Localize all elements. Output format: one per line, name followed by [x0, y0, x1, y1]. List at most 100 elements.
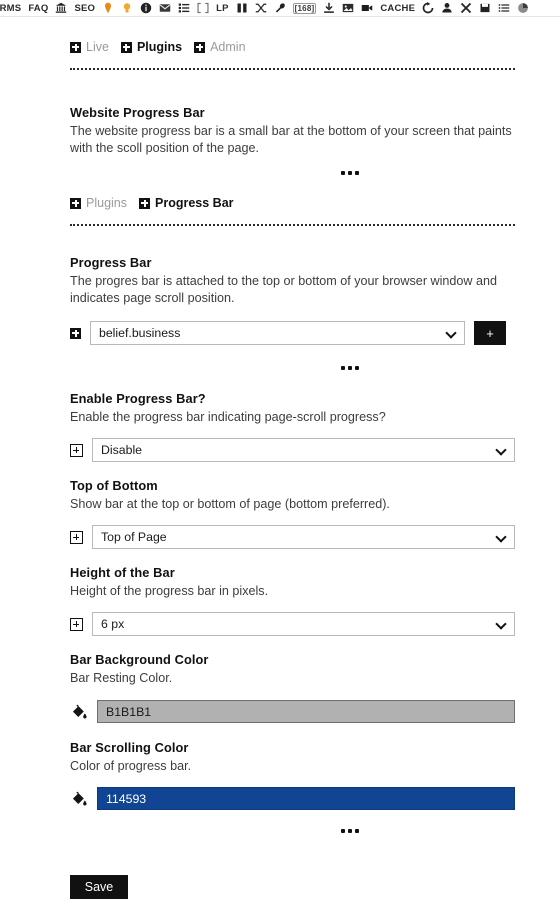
- shuffle-icon[interactable]: [255, 0, 267, 16]
- progress-bar-title: Progress Bar: [70, 255, 152, 270]
- scroll-color-description: Color of progress bar.: [70, 759, 192, 773]
- breadcrumb-item-admin[interactable]: Admin: [194, 40, 246, 54]
- chevron-down-icon: [447, 329, 456, 338]
- plus-icon[interactable]: [70, 443, 83, 457]
- plus-icon: [70, 197, 81, 209]
- scroll-color-value: 114593: [106, 791, 147, 806]
- count-badge[interactable]: [168]: [292, 0, 317, 16]
- bg-color-value: B1B1B1: [106, 704, 152, 719]
- scroll-color-row: 114593: [70, 787, 515, 810]
- toolbar-cache[interactable]: CACHE: [380, 0, 416, 16]
- close-icon[interactable]: [460, 0, 472, 16]
- site-select[interactable]: belief.business: [90, 321, 465, 345]
- height-section: Height of the Bar Height of the progress…: [70, 565, 515, 600]
- list-icon[interactable]: [178, 0, 190, 16]
- toolbar-cache-label: CACHE: [380, 2, 416, 14]
- download-icon[interactable]: [323, 0, 335, 16]
- height-select[interactable]: 6 px: [92, 612, 515, 636]
- columns-icon[interactable]: [236, 0, 248, 16]
- refresh-icon[interactable]: [422, 0, 434, 16]
- bg-color-title: Bar Background Color: [70, 652, 209, 667]
- position-select[interactable]: Top of Page: [92, 525, 515, 549]
- plus-icon[interactable]: [70, 530, 83, 544]
- bank-icon[interactable]: [55, 0, 68, 16]
- enable-select[interactable]: Disable: [92, 438, 515, 462]
- save-button[interactable]: Save: [70, 875, 128, 899]
- bg-color-description: Bar Resting Color.: [70, 671, 173, 685]
- footer-actions: Save: [70, 875, 515, 899]
- site-select-row: belief.business +: [70, 321, 515, 345]
- toolbar-faq[interactable]: FAQ: [28, 0, 49, 16]
- height-select-value: 6 px: [101, 617, 125, 631]
- wrench-icon[interactable]: [274, 0, 286, 16]
- video-icon[interactable]: [361, 0, 373, 16]
- bg-color-section: Bar Background Color Bar Resting Color.: [70, 652, 515, 687]
- scroll-color-input[interactable]: 114593: [97, 787, 515, 810]
- height-description: Height of the progress bar in pixels.: [70, 584, 269, 598]
- breadcrumb-top: Live Plugins Admin: [70, 40, 515, 54]
- breadcrumb-item-plugins[interactable]: Plugins: [120, 40, 183, 54]
- bg-color-row: B1B1B1: [70, 700, 515, 723]
- add-site-button[interactable]: +: [474, 321, 506, 345]
- brackets-icon[interactable]: [197, 0, 209, 16]
- site-select-value: belief.business: [99, 326, 181, 340]
- plus-icon: [139, 197, 150, 209]
- breadcrumb-label: Live: [86, 40, 109, 54]
- intro-title: Website Progress Bar: [70, 105, 205, 120]
- page-body: Live Plugins Admin Website Progress Bar …: [0, 17, 560, 919]
- position-description: Show bar at the top or bottom of page (b…: [70, 497, 390, 511]
- toolbar-lp-label: LP: [216, 2, 229, 14]
- paint-bucket-icon[interactable]: [70, 791, 88, 807]
- toolbar-seo[interactable]: SEO: [74, 0, 96, 16]
- count-badge-label: [168]: [292, 2, 317, 14]
- toolbar-forms[interactable]: ORMS: [0, 0, 22, 16]
- plus-icon: [194, 41, 206, 53]
- breadcrumb-item-plugins[interactable]: Plugins: [70, 196, 127, 210]
- plus-icon: [70, 41, 81, 53]
- progress-bar-section: Progress Bar The progres bar is attached…: [70, 255, 515, 307]
- breadcrumb-label: Plugins: [136, 40, 183, 54]
- position-select-value: Top of Page: [101, 530, 167, 544]
- section-separator-dots: [70, 366, 560, 370]
- scroll-color-title: Bar Scrolling Color: [70, 740, 189, 755]
- position-select-row: Top of Page: [70, 525, 515, 549]
- plus-icon: [120, 41, 132, 53]
- breadcrumb-label: Admin: [210, 40, 246, 54]
- info-circle-icon[interactable]: [140, 0, 152, 16]
- scroll-color-section: Bar Scrolling Color Color of progress ba…: [70, 740, 515, 775]
- toolbar-faq-label: FAQ: [28, 2, 49, 14]
- section-separator-dots: [70, 829, 560, 833]
- square-icon[interactable]: [479, 0, 491, 16]
- user-icon[interactable]: [441, 0, 453, 16]
- plus-icon[interactable]: [70, 617, 83, 631]
- section-separator-dots: [70, 171, 560, 175]
- divider-1: [70, 68, 515, 70]
- toolbar-seo-label: SEO: [74, 2, 96, 14]
- checklist-icon[interactable]: [498, 0, 510, 16]
- image-icon[interactable]: [342, 0, 354, 16]
- pie-icon[interactable]: [517, 0, 529, 16]
- intro-description: The website progress bar is a small bar …: [70, 124, 512, 155]
- toolbar-forms-label: ORMS: [0, 2, 22, 14]
- chevron-down-icon: [497, 533, 506, 542]
- chevron-down-icon: [497, 620, 506, 629]
- bg-color-input[interactable]: B1B1B1: [97, 700, 515, 723]
- chevron-down-icon: [497, 446, 506, 455]
- divider-2: [70, 224, 515, 226]
- breadcrumb-item-progress-bar[interactable]: Progress Bar: [139, 196, 234, 210]
- mail-icon[interactable]: [159, 0, 171, 16]
- enable-select-row: Disable: [70, 438, 515, 462]
- toolbar-lp[interactable]: LP: [216, 0, 229, 16]
- breadcrumb-second: Plugins Progress Bar: [70, 196, 515, 210]
- plus-icon[interactable]: [70, 327, 81, 339]
- enable-section: Enable Progress Bar? Enable the progress…: [70, 391, 515, 426]
- paint-bucket-icon[interactable]: [70, 704, 88, 720]
- top-toolbar: ORMS FAQ SEO LP [168] CACHE: [0, 0, 560, 17]
- height-title: Height of the Bar: [70, 565, 175, 580]
- breadcrumb-item-live[interactable]: Live: [70, 40, 109, 54]
- enable-select-value: Disable: [101, 443, 143, 457]
- map-pin-icon[interactable]: [102, 0, 114, 16]
- breadcrumb-label: Progress Bar: [155, 196, 234, 210]
- enable-description: Enable the progress bar indicating page-…: [70, 410, 386, 424]
- lightbulb-icon[interactable]: [121, 0, 133, 16]
